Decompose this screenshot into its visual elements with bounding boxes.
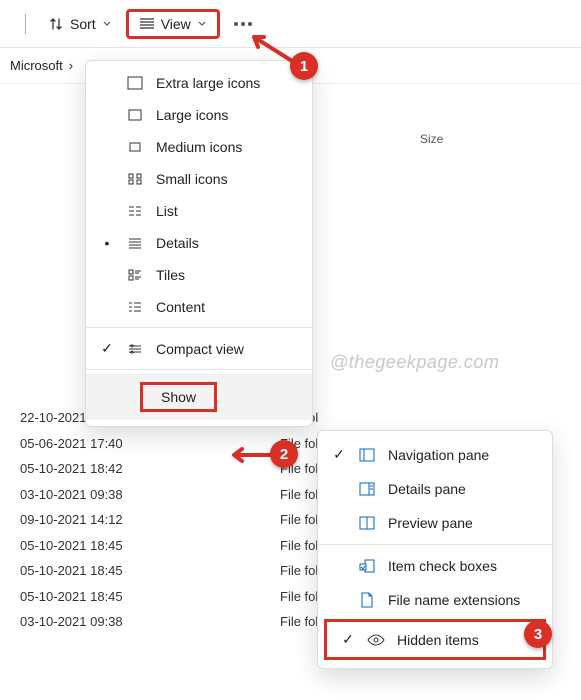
submenu-details-pane[interactable]: Details pane [318,472,552,506]
badge-2: 2 [270,440,298,468]
cell-date: 03-10-2021 09:38 [20,612,280,632]
dot-icon [241,22,245,26]
menu-label: Medium icons [156,139,242,155]
show-submenu: ✓ Navigation pane Details pane Preview pa… [317,430,553,669]
separator [318,544,552,545]
view-button[interactable]: View [126,9,220,39]
large-icon [128,109,142,121]
checkbox-icon [359,559,375,573]
menu-item-compact[interactable]: ✓ Compact view [86,332,312,365]
view-icon [139,17,155,31]
menu-label: Tiles [156,267,185,283]
separator [86,369,312,370]
tiles-icon [128,269,142,281]
arrow-2 [228,446,276,464]
details-icon [128,237,142,249]
menu-item-show[interactable]: Show [86,374,312,420]
bullet-icon: • [100,235,114,251]
cell-date: 05-10-2021 18:45 [20,587,280,607]
submenu-hidden-items[interactable]: ✓ Hidden items [324,619,546,660]
menu-item-details[interactable]: • Details [86,227,312,259]
dot-icon [234,22,238,26]
menu-label: List [156,203,178,219]
dot-icon [248,22,252,26]
menu-item-tiles[interactable]: Tiles [86,259,312,291]
medium-icon [128,141,142,153]
menu-label: Details [156,235,199,251]
menu-label: Large icons [156,107,228,123]
menu-item-large[interactable]: Large icons [86,99,312,131]
col-size[interactable]: Size [420,132,500,146]
cell-date: 05-10-2021 18:45 [20,561,280,581]
menu-label: Item check boxes [388,558,497,574]
menu-item-list[interactable]: List [86,195,312,227]
submenu-item-checkboxes[interactable]: Item check boxes [318,549,552,583]
preview-pane-icon [359,516,375,530]
file-ext-icon [360,592,374,608]
check-icon: ✓ [100,340,114,357]
submenu-navigation-pane[interactable]: ✓ Navigation pane [318,437,552,472]
nav-pane-icon [359,448,375,462]
menu-label: Preview pane [388,515,473,531]
sort-icon [48,16,64,32]
submenu-file-extensions[interactable]: File name extensions [318,583,552,617]
badge-3: 3 [524,620,552,648]
menu-label: Small icons [156,171,228,187]
chevron-down-icon [197,19,207,29]
chevron-down-icon [102,19,112,29]
more-button[interactable] [224,16,262,32]
check-icon: ✓ [332,446,346,463]
breadcrumb-item[interactable]: Microsoft [10,58,63,73]
delete-icon [8,14,26,34]
menu-label: File name extensions [388,592,520,608]
compact-icon [128,343,142,355]
view-menu: Extra large icons Large icons Medium ico… [85,60,313,427]
cell-date: 09-10-2021 14:12 [20,510,280,530]
menu-item-medium[interactable]: Medium icons [86,131,312,163]
menu-label: Details pane [388,481,466,497]
menu-label: Extra large icons [156,75,260,91]
separator [86,327,312,328]
extra-large-icon [127,76,143,90]
arrow-1 [248,31,296,67]
badge-1: 1 [290,52,318,80]
chevron-right-icon: › [69,58,73,73]
menu-item-content[interactable]: Content [86,291,312,323]
menu-item-extra-large[interactable]: Extra large icons [86,67,312,99]
menu-label: Content [156,299,205,315]
menu-label: Navigation pane [388,447,489,463]
view-label: View [161,16,191,32]
menu-label: Show [161,389,196,405]
small-icon [128,173,142,185]
cell-date: 03-10-2021 09:38 [20,485,280,505]
list-icon [128,205,142,217]
eye-icon [367,633,385,647]
details-pane-icon [359,482,375,496]
content-icon [128,301,142,313]
check-icon: ✓ [341,631,355,648]
menu-label: Compact view [156,341,244,357]
sort-label: Sort [70,16,96,32]
menu-item-small[interactable]: Small icons [86,163,312,195]
sort-button[interactable]: Sort [38,10,122,38]
watermark: @thegeekpage.com [330,352,499,373]
menu-label: Hidden items [397,632,479,648]
cell-date: 05-10-2021 18:45 [20,536,280,556]
submenu-preview-pane[interactable]: Preview pane [318,506,552,540]
